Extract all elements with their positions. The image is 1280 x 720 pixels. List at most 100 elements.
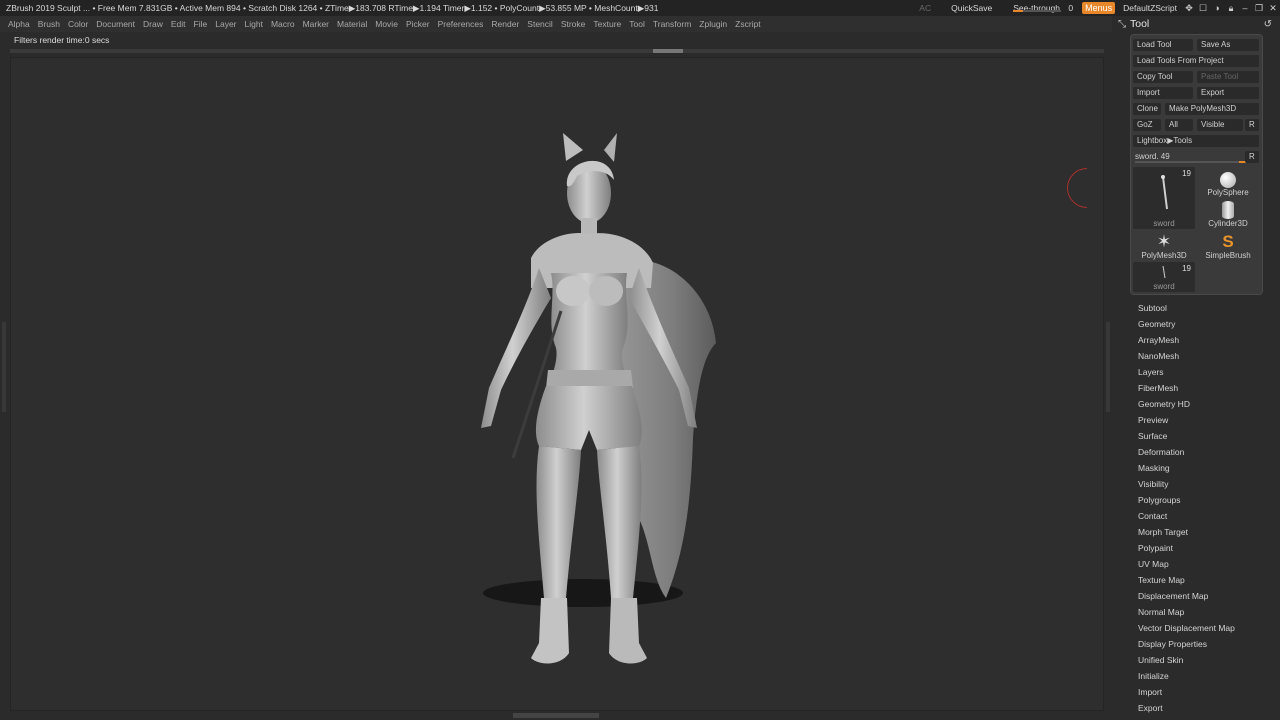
menu-stencil[interactable]: Stencil: [527, 19, 553, 29]
menu-picker[interactable]: Picker: [406, 19, 430, 29]
see-through-value: 0: [1068, 3, 1074, 13]
left-tray-handle[interactable]: [2, 322, 6, 412]
cylinder3d-tool[interactable]: Cylinder3D: [1197, 199, 1259, 228]
subpalette-deformation[interactable]: Deformation: [1138, 446, 1235, 462]
pin-icon[interactable]: ⤡: [1118, 19, 1126, 30]
clone-button[interactable]: Clone: [1133, 103, 1161, 115]
menu-layer[interactable]: Layer: [215, 19, 236, 29]
goz-r-button[interactable]: R: [1245, 119, 1259, 131]
menu-document[interactable]: Document: [96, 19, 135, 29]
right-tray-handle[interactable]: [1106, 322, 1110, 412]
load-tools-from-project-button[interactable]: Load Tools From Project: [1133, 55, 1259, 67]
default-zscript-button[interactable]: DefaultZScript: [1118, 3, 1182, 13]
color-icon[interactable]: ◑: [1210, 3, 1224, 13]
subpalette-unified-skin[interactable]: Unified Skin: [1138, 654, 1235, 670]
subpalette-subtool[interactable]: Subtool: [1138, 302, 1235, 318]
subpalette-export[interactable]: Export: [1138, 702, 1235, 718]
save-as-button[interactable]: Save As: [1197, 39, 1259, 51]
subpalette-initialize[interactable]: Initialize: [1138, 670, 1235, 686]
subpalette-nanomesh[interactable]: NanoMesh: [1138, 350, 1235, 366]
sculpt-model: [481, 133, 716, 664]
tool-slider-label: sword. 49: [1135, 152, 1170, 161]
simplebrush-icon: S: [1222, 232, 1234, 251]
left-boot: [531, 598, 569, 664]
shelf-scrollbar[interactable]: [10, 49, 1104, 53]
subpalette-polypaint[interactable]: Polypaint: [1138, 542, 1235, 558]
goz-all-button[interactable]: All: [1165, 119, 1193, 131]
layout-icon[interactable]: ☐: [1196, 3, 1210, 14]
paste-tool-button[interactable]: Paste Tool: [1197, 71, 1259, 83]
main-menu-bar: Alpha Brush Color Document Draw Edit Fil…: [0, 16, 1112, 32]
title-bar-controls: AC QuickSave See-through 0 Menus Default…: [914, 0, 1280, 16]
menu-color[interactable]: Color: [68, 19, 88, 29]
subpalette-normal-map[interactable]: Normal Map: [1138, 606, 1235, 622]
goz-visible-button[interactable]: Visible: [1197, 119, 1243, 131]
restore-icon[interactable]: ❐: [1252, 3, 1266, 14]
subpalette-import[interactable]: Import: [1138, 686, 1235, 702]
quicksave-button[interactable]: QuickSave: [946, 3, 997, 13]
document-canvas[interactable]: [10, 57, 1104, 711]
menu-brush[interactable]: Brush: [38, 19, 60, 29]
menu-light[interactable]: Light: [245, 19, 263, 29]
subpalette-preview[interactable]: Preview: [1138, 414, 1235, 430]
subpalette-visibility[interactable]: Visibility: [1138, 478, 1235, 494]
title-bar: ZBrush 2019 Sculpt ... • Free Mem 7.831G…: [0, 0, 1280, 16]
menu-draw[interactable]: Draw: [143, 19, 163, 29]
current-tool-thumbnail[interactable]: 19 sword: [1133, 167, 1195, 229]
subpalette-vector-displacement-map[interactable]: Vector Displacement Map: [1138, 622, 1235, 638]
sword-tool-small-thumbnail[interactable]: 19 sword: [1133, 262, 1195, 292]
subpalette-display-properties[interactable]: Display Properties: [1138, 638, 1235, 654]
menu-movie[interactable]: Movie: [375, 19, 398, 29]
menu-marker[interactable]: Marker: [303, 19, 329, 29]
menu-macro[interactable]: Macro: [271, 19, 295, 29]
subpalette-arraymesh[interactable]: ArrayMesh: [1138, 334, 1235, 350]
subpalette-geometry-hd[interactable]: Geometry HD: [1138, 398, 1235, 414]
menu-preferences[interactable]: Preferences: [438, 19, 484, 29]
menu-file[interactable]: File: [194, 19, 208, 29]
import-button[interactable]: Import: [1133, 87, 1193, 99]
lock-icon[interactable]: 🔒︎: [1224, 3, 1238, 14]
menu-edit[interactable]: Edit: [171, 19, 186, 29]
subpalette-uv-map[interactable]: UV Map: [1138, 558, 1235, 574]
subpalette-geometry[interactable]: Geometry: [1138, 318, 1235, 334]
tool-slider[interactable]: sword. 49: [1135, 151, 1247, 163]
subpalette-fibermesh[interactable]: FiberMesh: [1138, 382, 1235, 398]
menu-stroke[interactable]: Stroke: [561, 19, 586, 29]
reset-icon[interactable]: ↺: [1264, 19, 1272, 30]
menu-alpha[interactable]: Alpha: [8, 19, 30, 29]
subpalette-contact[interactable]: Contact: [1138, 510, 1235, 526]
help-icon[interactable]: ✥: [1182, 3, 1196, 14]
load-tool-button[interactable]: Load Tool: [1133, 39, 1193, 51]
polymesh3d-tool[interactable]: ✶ PolyMesh3D: [1133, 231, 1195, 261]
close-icon[interactable]: ✕: [1266, 3, 1280, 14]
ac-button[interactable]: AC: [914, 3, 936, 13]
menu-tool[interactable]: Tool: [629, 19, 645, 29]
tool-slider-r-button[interactable]: R: [1245, 151, 1259, 163]
subpalette-layers[interactable]: Layers: [1138, 366, 1235, 382]
export-button[interactable]: Export: [1197, 87, 1259, 99]
polysphere-tool[interactable]: PolySphere: [1197, 168, 1259, 197]
lightbox-tools-button[interactable]: Lightbox▶Tools: [1133, 135, 1259, 147]
subpalette-masking[interactable]: Masking: [1138, 462, 1235, 478]
subpalette-texture-map[interactable]: Texture Map: [1138, 574, 1235, 590]
menu-render[interactable]: Render: [491, 19, 519, 29]
menus-toggle-button[interactable]: Menus: [1082, 2, 1116, 14]
subpalette-polygroups[interactable]: Polygroups: [1138, 494, 1235, 510]
make-polymesh3d-button[interactable]: Make PolyMesh3D: [1165, 103, 1259, 115]
subpalette-displacement-map[interactable]: Displacement Map: [1138, 590, 1235, 606]
subpalette-morph-target[interactable]: Morph Target: [1138, 526, 1235, 542]
see-through-slider[interactable]: See-through 0: [1007, 3, 1079, 13]
bottom-tray-handle[interactable]: [513, 713, 599, 718]
menu-material[interactable]: Material: [337, 19, 367, 29]
tool-subpalette-list: Subtool Geometry ArrayMesh NanoMesh Laye…: [1138, 302, 1235, 718]
menu-zplugin[interactable]: Zplugin: [699, 19, 727, 29]
subpalette-surface[interactable]: Surface: [1138, 430, 1235, 446]
tool-palette-header[interactable]: ⤡ Tool ↺: [1112, 16, 1280, 32]
menu-zscript[interactable]: Zscript: [735, 19, 761, 29]
simplebrush-tool[interactable]: S SimpleBrush: [1197, 231, 1259, 261]
goz-button[interactable]: GoZ: [1133, 119, 1161, 131]
menu-texture[interactable]: Texture: [593, 19, 621, 29]
minimize-icon[interactable]: –: [1238, 3, 1252, 13]
copy-tool-button[interactable]: Copy Tool: [1133, 71, 1193, 83]
menu-transform[interactable]: Transform: [653, 19, 691, 29]
